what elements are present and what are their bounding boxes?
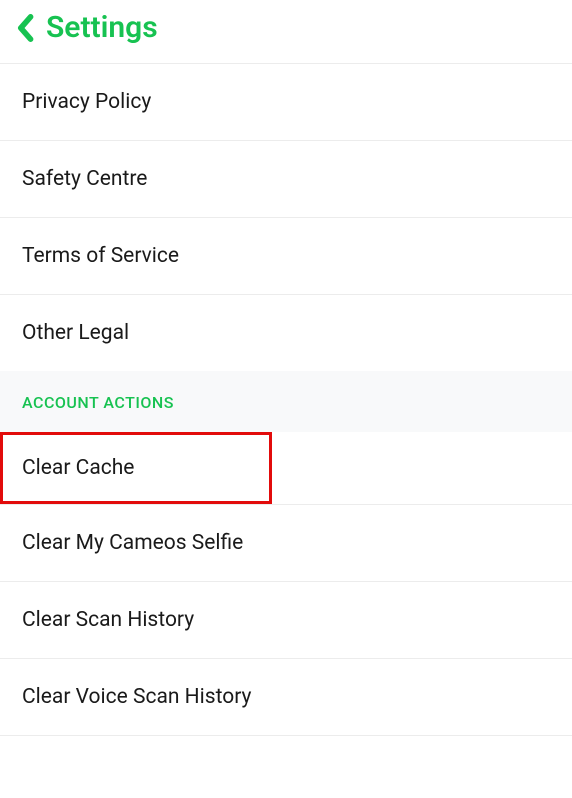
settings-item-privacy-policy[interactable]: Privacy Policy bbox=[0, 64, 572, 140]
settings-item-terms-of-service[interactable]: Terms of Service bbox=[0, 218, 572, 294]
settings-item-safety-centre[interactable]: Safety Centre bbox=[0, 141, 572, 217]
divider bbox=[0, 735, 572, 736]
settings-item-clear-cameos-selfie[interactable]: Clear My Cameos Selfie bbox=[0, 505, 572, 581]
settings-item-clear-scan-history[interactable]: Clear Scan History bbox=[0, 582, 572, 658]
back-icon[interactable] bbox=[16, 14, 34, 42]
settings-item-clear-voice-scan-history[interactable]: Clear Voice Scan History bbox=[0, 659, 572, 735]
settings-item-clear-cache[interactable]: Clear Cache bbox=[0, 432, 572, 504]
clear-cache-label: Clear Cache bbox=[0, 432, 272, 504]
settings-header: Settings bbox=[0, 0, 572, 63]
section-header-account-actions: ACCOUNT ACTIONS bbox=[0, 371, 572, 432]
page-title: Settings bbox=[46, 10, 158, 45]
settings-item-other-legal[interactable]: Other Legal bbox=[0, 295, 572, 371]
